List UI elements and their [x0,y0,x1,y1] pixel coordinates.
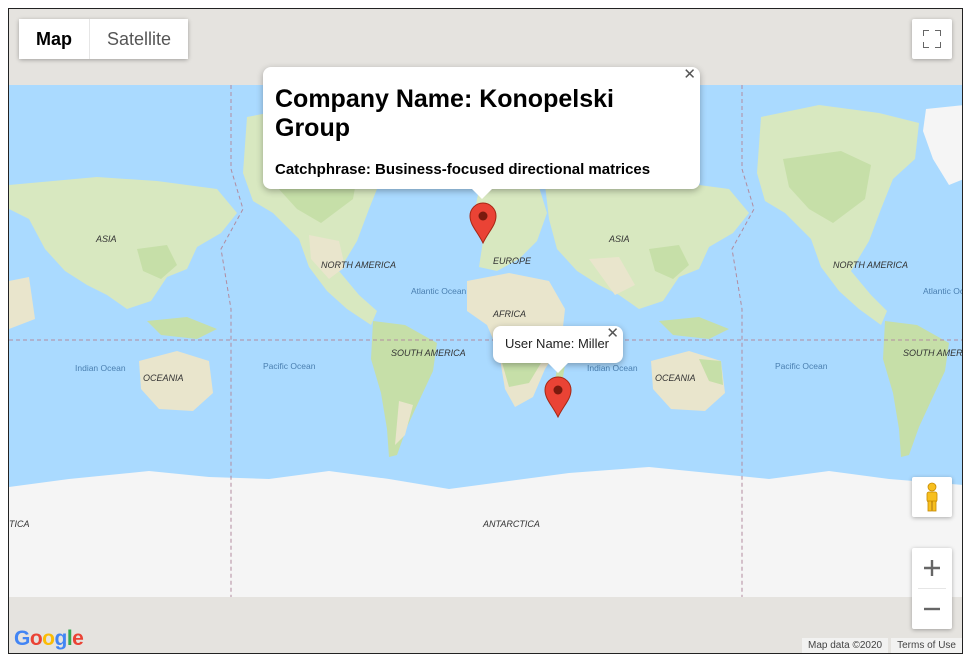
user-info-window: ✕ User Name: Miller [493,326,623,373]
zoom-in-button[interactable] [912,548,952,588]
map-frame[interactable]: ASIA NORTH AMERICA EUROPE AFRICA SOUTH A… [8,8,963,654]
zoom-control [912,548,952,629]
label-indian-ocean-left: Indian Ocean [75,363,126,373]
street-view-button[interactable] [912,477,952,517]
map-type-control: Map Satellite [19,19,189,59]
company-catchphrase: Catchphrase: Business-focused directiona… [275,161,651,178]
label-atlantic-ocean-right: Atlantic Ocean [923,286,963,296]
plus-icon [924,560,940,576]
map-data-attribution: Map data ©2020 [802,638,889,653]
map-footer: Map data ©2020 Terms of Use [802,638,962,653]
company-info-window: ✕ Company Name: Konopelski Group Catchph… [263,67,700,199]
label-south-america-right: SOUTH AMERICA [903,348,963,358]
label-antarctica-partial: TICA [9,519,30,529]
antarctica-land [9,467,962,597]
map-type-satellite-button[interactable]: Satellite [90,19,189,59]
zoom-out-button[interactable] [912,589,952,629]
label-oceania-left: OCEANIA [143,373,184,383]
company-name: Company Name: Konopelski Group [275,85,614,142]
label-pacific-ocean-right: Pacific Ocean [775,361,828,371]
label-oceania: OCEANIA [655,373,696,383]
label-europe: EUROPE [493,256,532,266]
close-icon[interactable]: ✕ [683,67,696,82]
label-atlantic-ocean: Atlantic Ocean [411,286,467,296]
label-asia: ASIA [608,234,630,244]
label-antarctica: ANTARCTICA [482,519,540,529]
label-asia-left: ASIA [95,234,117,244]
label-africa: AFRICA [492,309,526,319]
label-south-america: SOUTH AMERICA [391,348,466,358]
terms-of-use-link[interactable]: Terms of Use [891,638,962,653]
pegman-icon [926,482,938,512]
fullscreen-icon [923,30,941,48]
close-icon[interactable]: ✕ [606,326,619,341]
fullscreen-button[interactable] [912,19,952,59]
map-type-map-button[interactable]: Map [19,19,89,59]
google-logo[interactable]: Google [14,627,84,651]
label-north-america-right: NORTH AMERICA [833,260,908,270]
label-indian-ocean: Indian Ocean [587,363,638,373]
user-name: User Name: Miller [505,336,610,351]
label-pacific-ocean: Pacific Ocean [263,361,316,371]
label-north-america: NORTH AMERICA [321,260,396,270]
minus-icon [924,607,940,611]
